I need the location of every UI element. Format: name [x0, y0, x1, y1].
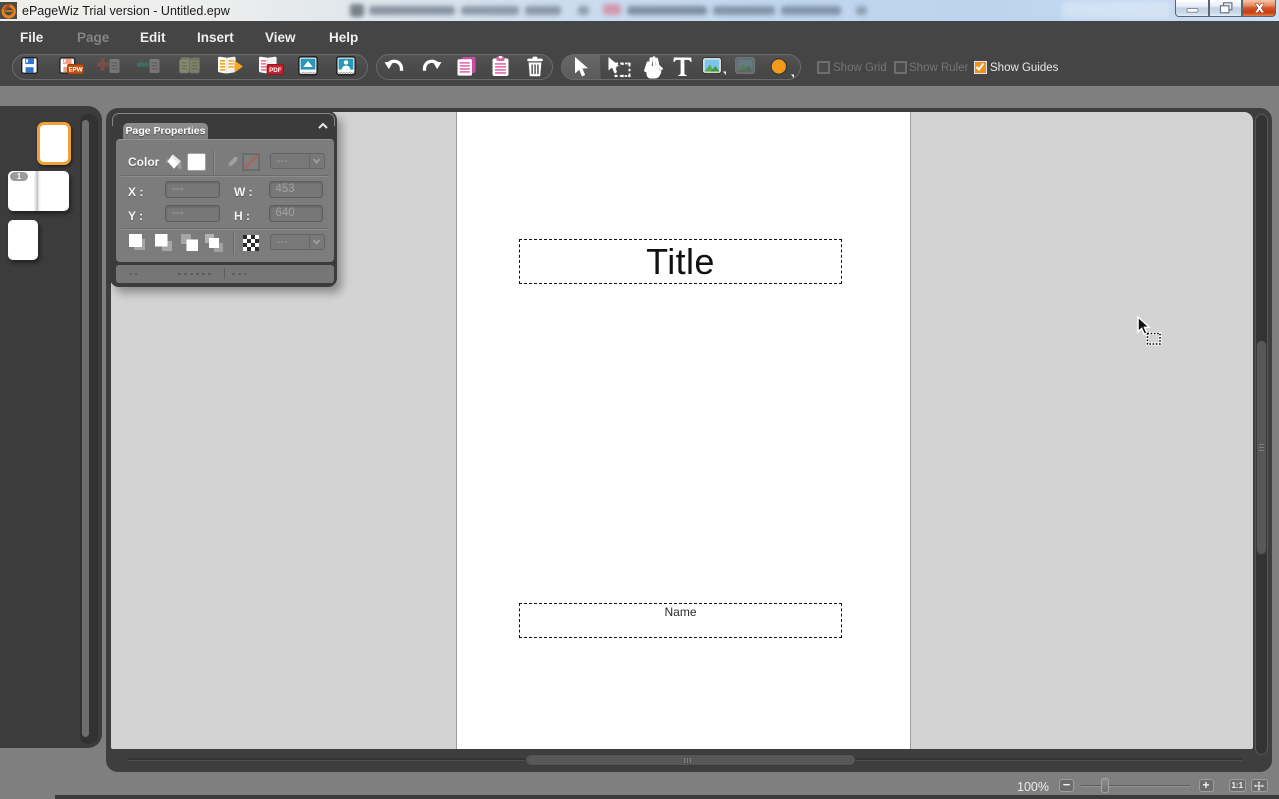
- svg-text:EPW: EPW: [69, 66, 83, 73]
- svg-text:PDF: PDF: [269, 67, 282, 74]
